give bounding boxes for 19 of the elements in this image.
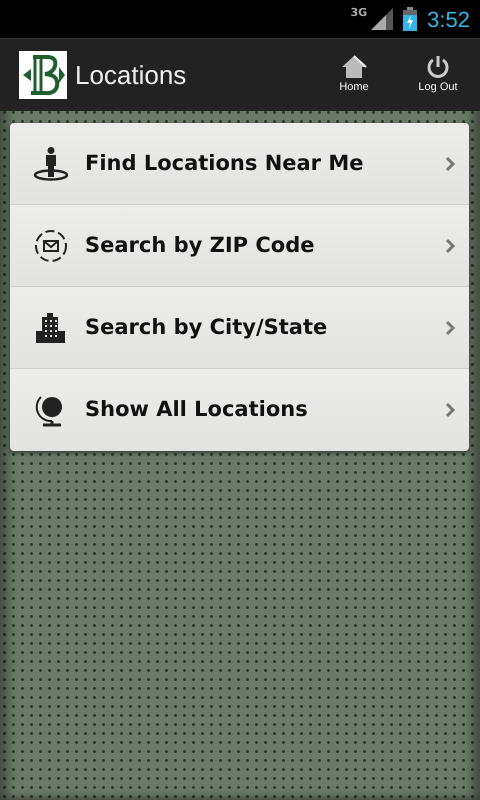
- signal-icon: [371, 8, 394, 30]
- chevron-icon: [445, 320, 455, 336]
- network-type-label: 3G: [350, 7, 368, 18]
- home-button[interactable]: Home: [312, 54, 396, 96]
- screen-title: Locations: [75, 58, 188, 92]
- chevron-icon: [445, 156, 455, 172]
- chevron-icon: [445, 402, 455, 418]
- clock-time: 3:52: [427, 6, 470, 34]
- logout-button[interactable]: Log Out: [396, 54, 480, 96]
- mail-icon: [33, 228, 69, 262]
- battery-icon: [403, 7, 418, 31]
- menu-item[interactable]: Show All Locations: [10, 369, 469, 451]
- power-icon: [426, 54, 450, 79]
- menu-item[interactable]: Search by City/State: [10, 287, 469, 369]
- home-icon: [341, 54, 367, 79]
- chevron-icon: [445, 238, 455, 254]
- menu-item[interactable]: Find Locations Near Me: [10, 123, 469, 205]
- menu-item[interactable]: Search by ZIP Code: [10, 205, 469, 287]
- person-icon: [33, 146, 69, 180]
